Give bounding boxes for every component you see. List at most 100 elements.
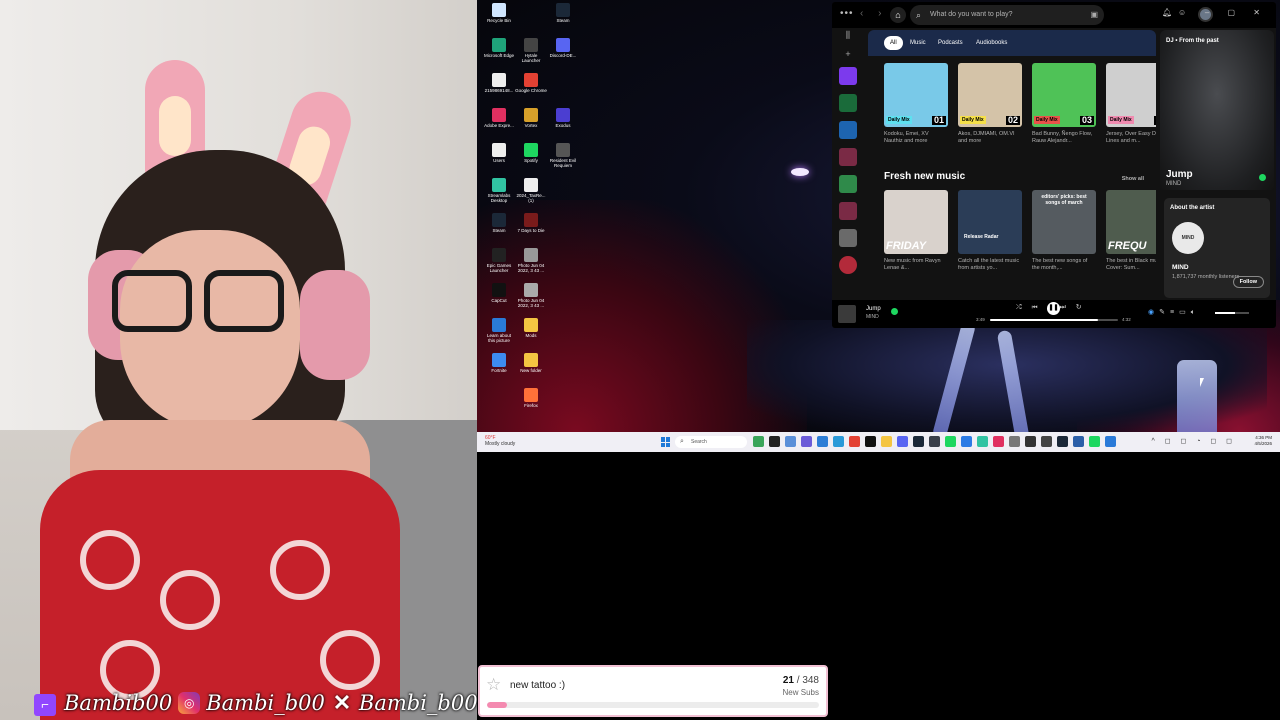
pause-button[interactable]: ❚❚ (1047, 302, 1060, 315)
desktop-icon[interactable]: Microsoft Edge (483, 38, 515, 58)
taskbar-app-icon[interactable] (977, 436, 988, 447)
desktop-icon[interactable]: 2159869148... (483, 73, 515, 93)
saved-check-icon[interactable] (1259, 174, 1266, 181)
daily-mix-card[interactable]: Daily Mix 04 Jersey, Over Easy Disco Lines… (1106, 63, 1156, 145)
taskbar-app-icon[interactable] (865, 436, 876, 447)
desktop-icon[interactable]: Firefox (515, 388, 547, 408)
taskbar-app-icon[interactable] (833, 436, 844, 447)
weather-widget[interactable]: 60°F Mostly cloudy (485, 435, 515, 447)
daily-mix-card[interactable]: Daily Mix 02 Akos, DJMIAMI, OM.VI and more (958, 63, 1022, 145)
desktop-icon[interactable]: Hytale Launcher (515, 38, 547, 63)
taskbar-app-icon[interactable] (801, 436, 812, 447)
daily-mix-card[interactable]: Daily Mix 03 Bad Bunny, Ñengo Flow, Rauw A… (1032, 63, 1096, 145)
fresh-music-card[interactable]: FREQU The best in Black music! Cover: Sum… (1106, 190, 1156, 272)
desktop-icon[interactable]: Streamlabs Desktop (483, 178, 515, 203)
desktop-icon[interactable]: Fortnite (483, 353, 515, 373)
volume-slider[interactable] (1215, 312, 1249, 314)
taskbar-clock[interactable]: 4:36 PM 4/5/2026 (1254, 435, 1272, 447)
desktop-icon[interactable]: Spotify (515, 143, 547, 163)
create-icon[interactable]: + (834, 49, 862, 59)
library-item[interactable] (839, 202, 857, 220)
desktop-icon[interactable]: Epic Games Launcher (483, 248, 515, 273)
taskbar-app-icon[interactable] (945, 436, 956, 447)
desktop-icon[interactable]: Users (483, 143, 515, 163)
taskbar-app-icon[interactable] (1025, 436, 1036, 447)
desktop-icon[interactable]: Mods (515, 318, 547, 338)
desktop-icon[interactable]: Discord-DE... (547, 38, 579, 58)
taskbar-search[interactable]: ⌕ Search (675, 436, 747, 448)
taskbar-app-icon[interactable] (913, 436, 924, 447)
desktop-icon[interactable]: Photo Jun 04 2022, 3 43 ... (515, 248, 547, 273)
library-item[interactable] (839, 148, 857, 166)
filter-podcasts[interactable]: Podcasts (932, 36, 969, 50)
taskbar-app-icon[interactable] (1009, 436, 1020, 447)
show-all-link[interactable]: Show all (1122, 176, 1144, 182)
volume-icon[interactable]: 🔈︎ (1191, 309, 1200, 316)
next-icon[interactable]: ⏭ (1059, 304, 1075, 311)
filter-all[interactable]: All (884, 36, 903, 50)
library-item[interactable] (839, 256, 857, 274)
library-icon[interactable]: ⫼ (834, 30, 862, 41)
repeat-icon[interactable]: ↻ (1076, 304, 1092, 311)
fresh-music-card[interactable]: FRIDAY New music from Ravyn Lenae &... (884, 190, 948, 272)
saved-check-icon[interactable] (891, 308, 898, 315)
desktop-icon[interactable]: Exodus (547, 108, 579, 128)
taskbar-app-icon[interactable] (961, 436, 972, 447)
taskbar-app-icon[interactable] (929, 436, 940, 447)
desktop-icon[interactable]: Google Chrome (515, 73, 547, 93)
history-nav-icons[interactable]: ‹ › (860, 8, 887, 19)
library-item[interactable] (839, 94, 857, 112)
more-menu-icon[interactable]: ••• (840, 8, 854, 19)
browse-icon[interactable]: ▣ (1090, 5, 1098, 25)
daily-mix-card[interactable]: Daily Mix 01 Kodoku, Emei, XV Nauthiz and … (884, 63, 948, 145)
about-artist-card[interactable]: About the artist MIND MIND 1,871,737 mon… (1164, 198, 1270, 298)
desktop-icon[interactable]: 2024_TaxRe... (1) (515, 178, 547, 203)
library-item-liked[interactable] (839, 67, 857, 85)
follow-button[interactable]: Follow (1232, 276, 1264, 288)
friend-activity-icon[interactable]: ☺ (1178, 8, 1186, 17)
fresh-music-card[interactable]: Release Radar Catch all the latest music … (958, 190, 1022, 272)
taskbar-app-icon[interactable] (753, 436, 764, 447)
desktop-icon[interactable]: Learn about this picture (483, 318, 515, 343)
previous-icon[interactable]: ⏮ (1032, 304, 1048, 311)
desktop-icon[interactable]: New folder (515, 353, 547, 373)
track-cover[interactable] (838, 305, 856, 323)
spotify-search-input[interactable]: ⌕ What do you want to play? ▣ (910, 5, 1104, 25)
desktop-icon[interactable]: Steam (483, 213, 515, 233)
taskbar-app-icon[interactable] (897, 436, 908, 447)
library-item[interactable] (839, 121, 857, 139)
shuffle-icon[interactable]: ⤮ (1016, 304, 1032, 311)
fresh-music-card[interactable]: editors' picks: best songs of march The b… (1032, 190, 1096, 272)
window-controls[interactable]: – ▢ ✕ (1205, 8, 1268, 17)
lyrics-icon[interactable]: ✎ (1159, 309, 1170, 316)
taskbar-app-icon[interactable] (1057, 436, 1068, 447)
taskbar-app-icon[interactable] (881, 436, 892, 447)
connect-device-icon[interactable]: ▭ (1179, 309, 1191, 316)
now-playing-song[interactable]: Jump (1166, 169, 1193, 180)
taskbar-app-icon[interactable] (1105, 436, 1116, 447)
taskbar-app-icon[interactable] (849, 436, 860, 447)
queue-icon[interactable]: ≡ (1170, 309, 1179, 316)
desktop-icon[interactable]: Vortex (515, 108, 547, 128)
progress-bar[interactable] (990, 319, 1118, 321)
desktop-icon[interactable]: 7 Days to Die (515, 213, 547, 233)
library-item[interactable] (839, 175, 857, 193)
taskbar-app-icon[interactable] (1089, 436, 1100, 447)
desktop-icon[interactable]: Resident Evil Requiem (547, 143, 579, 168)
taskbar-app-icon[interactable] (993, 436, 1004, 447)
start-button[interactable] (661, 437, 671, 447)
filter-music[interactable]: Music (904, 36, 932, 50)
library-item[interactable] (839, 229, 857, 247)
taskbar-app-icon[interactable] (817, 436, 828, 447)
track-artist[interactable]: MIND (866, 314, 879, 320)
desktop-icon[interactable]: Recycle Bin (483, 3, 515, 23)
taskbar-app-icon[interactable] (769, 436, 780, 447)
now-playing-view-icon[interactable]: ◉ (1148, 309, 1159, 316)
desktop-icon[interactable]: Steam (547, 3, 579, 23)
desktop-icon[interactable]: Adobe Expre... (483, 108, 515, 128)
desktop-icon[interactable]: Photo Jun 04 2022, 3 43 ... (515, 283, 547, 308)
track-title[interactable]: Jump (866, 306, 881, 312)
home-icon[interactable]: ⌂ (890, 7, 906, 23)
system-tray[interactable]: ^ ◻ ◻ ◔ ◻ ◻ (1152, 437, 1236, 445)
filter-audiobooks[interactable]: Audiobooks (970, 36, 1013, 50)
